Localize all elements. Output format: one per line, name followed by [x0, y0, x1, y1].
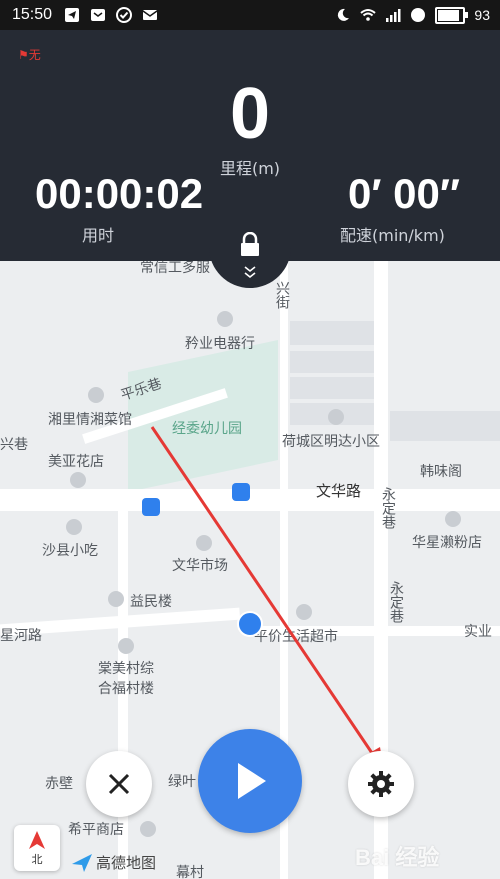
poi-marker — [88, 387, 104, 403]
compass-button[interactable]: 北 — [14, 825, 60, 871]
duration-value: 00:00:02 — [35, 170, 204, 217]
map-label: 兴巷 — [0, 437, 28, 453]
poi-marker — [70, 472, 86, 488]
battery-level: 93 — [474, 7, 490, 23]
mail-icon — [142, 10, 158, 20]
gear-icon — [368, 771, 394, 797]
map-label: 星河路 — [0, 628, 42, 644]
map-brand-text: 高德地图 — [96, 854, 157, 872]
pace-label: 配速(min/km) — [340, 226, 445, 245]
notification-icons — [64, 7, 158, 23]
chevron-down-icon[interactable] — [244, 265, 256, 279]
hd-icon — [411, 8, 426, 22]
map-brand: 高德地图 — [72, 852, 156, 873]
poi-marker — [108, 591, 124, 607]
status-right: 93 — [335, 6, 490, 24]
poi-marker — [217, 311, 233, 327]
map-label: 常信工多服 — [140, 261, 210, 276]
map-label: 兴街 — [274, 281, 290, 309]
check-circle-icon — [116, 7, 133, 23]
gps-signal-badge: ⚑无 — [18, 48, 41, 62]
poi-marker — [140, 821, 156, 837]
wifi-icon — [360, 9, 377, 21]
watermark: Bai 经验 — [355, 845, 440, 870]
status-time: 15:50 — [12, 6, 53, 23]
start-button[interactable] — [198, 729, 302, 833]
building — [290, 351, 375, 373]
map-label: 美亚花店 — [48, 454, 104, 470]
status-bar: 15:50 93 — [0, 0, 500, 30]
amap-logo-icon — [72, 853, 92, 872]
compass-label: 北 — [31, 853, 43, 866]
play-icon — [238, 763, 266, 799]
lock-icon[interactable] — [238, 232, 262, 258]
map-label: 希平商店 — [68, 822, 124, 838]
annotation-arrow — [150, 426, 384, 771]
map-label: 矜业电器行 — [185, 336, 255, 352]
map-label: 幕村 — [176, 865, 204, 879]
map-label: 华星濑粉店 — [412, 535, 482, 551]
settings-button[interactable] — [348, 751, 414, 817]
stats-panel: ⚑无 0 里程(m) 00:00:02 用时 0′ 00″ 配速(min/km) — [0, 30, 500, 261]
compass-arrow-icon — [29, 831, 45, 849]
map-label: 实业 — [464, 624, 492, 640]
pace-value: 0′ 00″ — [348, 170, 460, 217]
building — [290, 377, 375, 399]
close-icon — [108, 773, 130, 795]
moon-icon — [338, 8, 350, 21]
building — [290, 321, 375, 345]
poi-marker — [66, 519, 82, 535]
map-label: 韩味阁 — [420, 464, 462, 480]
signal-icon — [386, 9, 401, 22]
building — [390, 411, 500, 441]
poi-marker — [445, 511, 461, 527]
close-button[interactable] — [86, 751, 152, 817]
gps-signal-text: 无 — [28, 48, 41, 62]
telegram-icon — [65, 8, 80, 22]
map-label: 赤壁 — [45, 776, 73, 792]
battery-icon — [435, 6, 469, 24]
message-icon — [91, 9, 106, 21]
map-label: 湘里情湘菜馆 — [48, 412, 132, 428]
duration-label: 用时 — [82, 226, 115, 245]
map-label: 沙县小吃 — [42, 543, 98, 559]
distance-value: 0 — [229, 74, 271, 154]
poi-marker — [118, 638, 134, 654]
